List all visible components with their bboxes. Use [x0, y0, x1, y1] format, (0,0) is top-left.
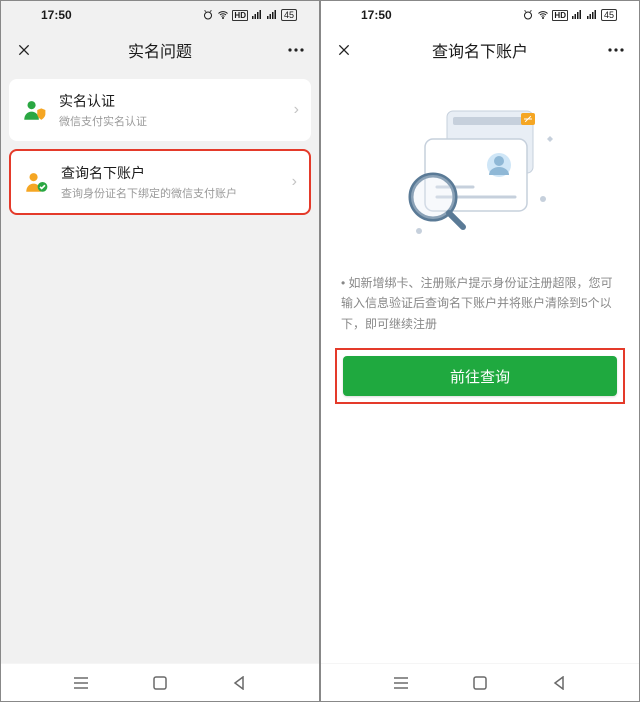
close-icon — [336, 42, 352, 58]
content-area: • 如新增绑卡、注册账户提示身份证注册超限，您可输入信息验证后查询名下账户并将账… — [321, 71, 639, 663]
list-item-query-accounts[interactable]: 查询名下账户 查询身份证名下绑定的微信支付账户 › — [9, 149, 311, 215]
battery-indicator: 45 — [281, 9, 297, 21]
item-title: 查询名下账户 — [61, 163, 280, 183]
more-icon — [287, 47, 305, 53]
id-card-illustration — [395, 99, 565, 249]
item-title: 实名认证 — [59, 91, 282, 111]
item-texts: 实名认证 微信支付实名认证 — [59, 91, 282, 129]
system-nav-bar — [321, 663, 639, 701]
info-text: • 如新增绑卡、注册账户提示身份证注册超限，您可输入信息验证后查询名下账户并将账… — [335, 273, 625, 334]
phone-screen-right: 17:50 HD 45 查询名下账户 — [320, 0, 640, 702]
signal-icon-1 — [571, 9, 583, 21]
menu-icon — [73, 677, 89, 689]
cta-label: 前往查询 — [450, 366, 510, 387]
status-icons: HD 45 — [522, 9, 617, 21]
go-query-button[interactable]: 前往查询 — [343, 356, 617, 396]
sys-back-button[interactable] — [229, 673, 249, 693]
bullet: • — [341, 276, 345, 290]
wifi-icon — [217, 9, 229, 21]
cta-highlight-box: 前往查询 — [335, 348, 625, 404]
page-title: 实名问题 — [128, 38, 192, 62]
sys-menu-button[interactable] — [71, 673, 91, 693]
close-icon — [16, 42, 32, 58]
chevron-right-icon: › — [292, 173, 297, 191]
status-icons: HD 45 — [202, 9, 297, 21]
sys-menu-button[interactable] — [391, 673, 411, 693]
status-time: 17:50 — [23, 8, 202, 22]
nav-bar: 查询名下账户 — [321, 29, 639, 71]
signal-icon-2 — [586, 9, 598, 21]
nav-bar: 实名问题 — [1, 29, 319, 71]
back-triangle-icon — [553, 676, 565, 690]
square-icon — [153, 676, 167, 690]
battery-indicator: 45 — [601, 9, 617, 21]
person-shield-icon — [21, 97, 47, 123]
square-icon — [473, 676, 487, 690]
status-bar: 17:50 HD 45 — [1, 1, 319, 29]
back-triangle-icon — [233, 676, 245, 690]
close-button[interactable] — [13, 39, 35, 61]
list-item-realname-auth[interactable]: 实名认证 微信支付实名认证 › — [9, 79, 311, 141]
menu-icon — [393, 677, 409, 689]
item-texts: 查询名下账户 查询身份证名下绑定的微信支付账户 — [61, 163, 280, 201]
page-title: 查询名下账户 — [432, 38, 528, 62]
wifi-icon — [537, 9, 549, 21]
content-area: 实名认证 微信支付实名认证 › 查询名下账户 查询身份证名下绑定的微信支付账户 … — [1, 71, 319, 663]
system-nav-bar — [1, 663, 319, 701]
sys-home-button[interactable] — [150, 673, 170, 693]
phone-screen-left: 17:50 HD 45 实名问题 实名认证 微信支付实名认证 — [0, 0, 320, 702]
hd-icon: HD — [552, 10, 568, 21]
item-subtitle: 微信支付实名认证 — [59, 113, 282, 129]
signal-icon-1 — [251, 9, 263, 21]
sys-back-button[interactable] — [549, 673, 569, 693]
alarm-icon — [522, 9, 534, 21]
sys-home-button[interactable] — [470, 673, 490, 693]
more-button[interactable] — [605, 39, 627, 61]
person-check-icon — [23, 169, 49, 195]
hd-icon: HD — [232, 10, 248, 21]
info-text-content: 如新增绑卡、注册账户提示身份证注册超限，您可输入信息验证后查询名下账户并将账户清… — [341, 276, 613, 331]
more-button[interactable] — [285, 39, 307, 61]
chevron-right-icon: › — [294, 101, 299, 119]
more-icon — [607, 47, 625, 53]
close-button[interactable] — [333, 39, 355, 61]
status-time: 17:50 — [343, 8, 522, 22]
alarm-icon — [202, 9, 214, 21]
signal-icon-2 — [266, 9, 278, 21]
status-bar: 17:50 HD 45 — [321, 1, 639, 29]
item-subtitle: 查询身份证名下绑定的微信支付账户 — [61, 185, 280, 201]
